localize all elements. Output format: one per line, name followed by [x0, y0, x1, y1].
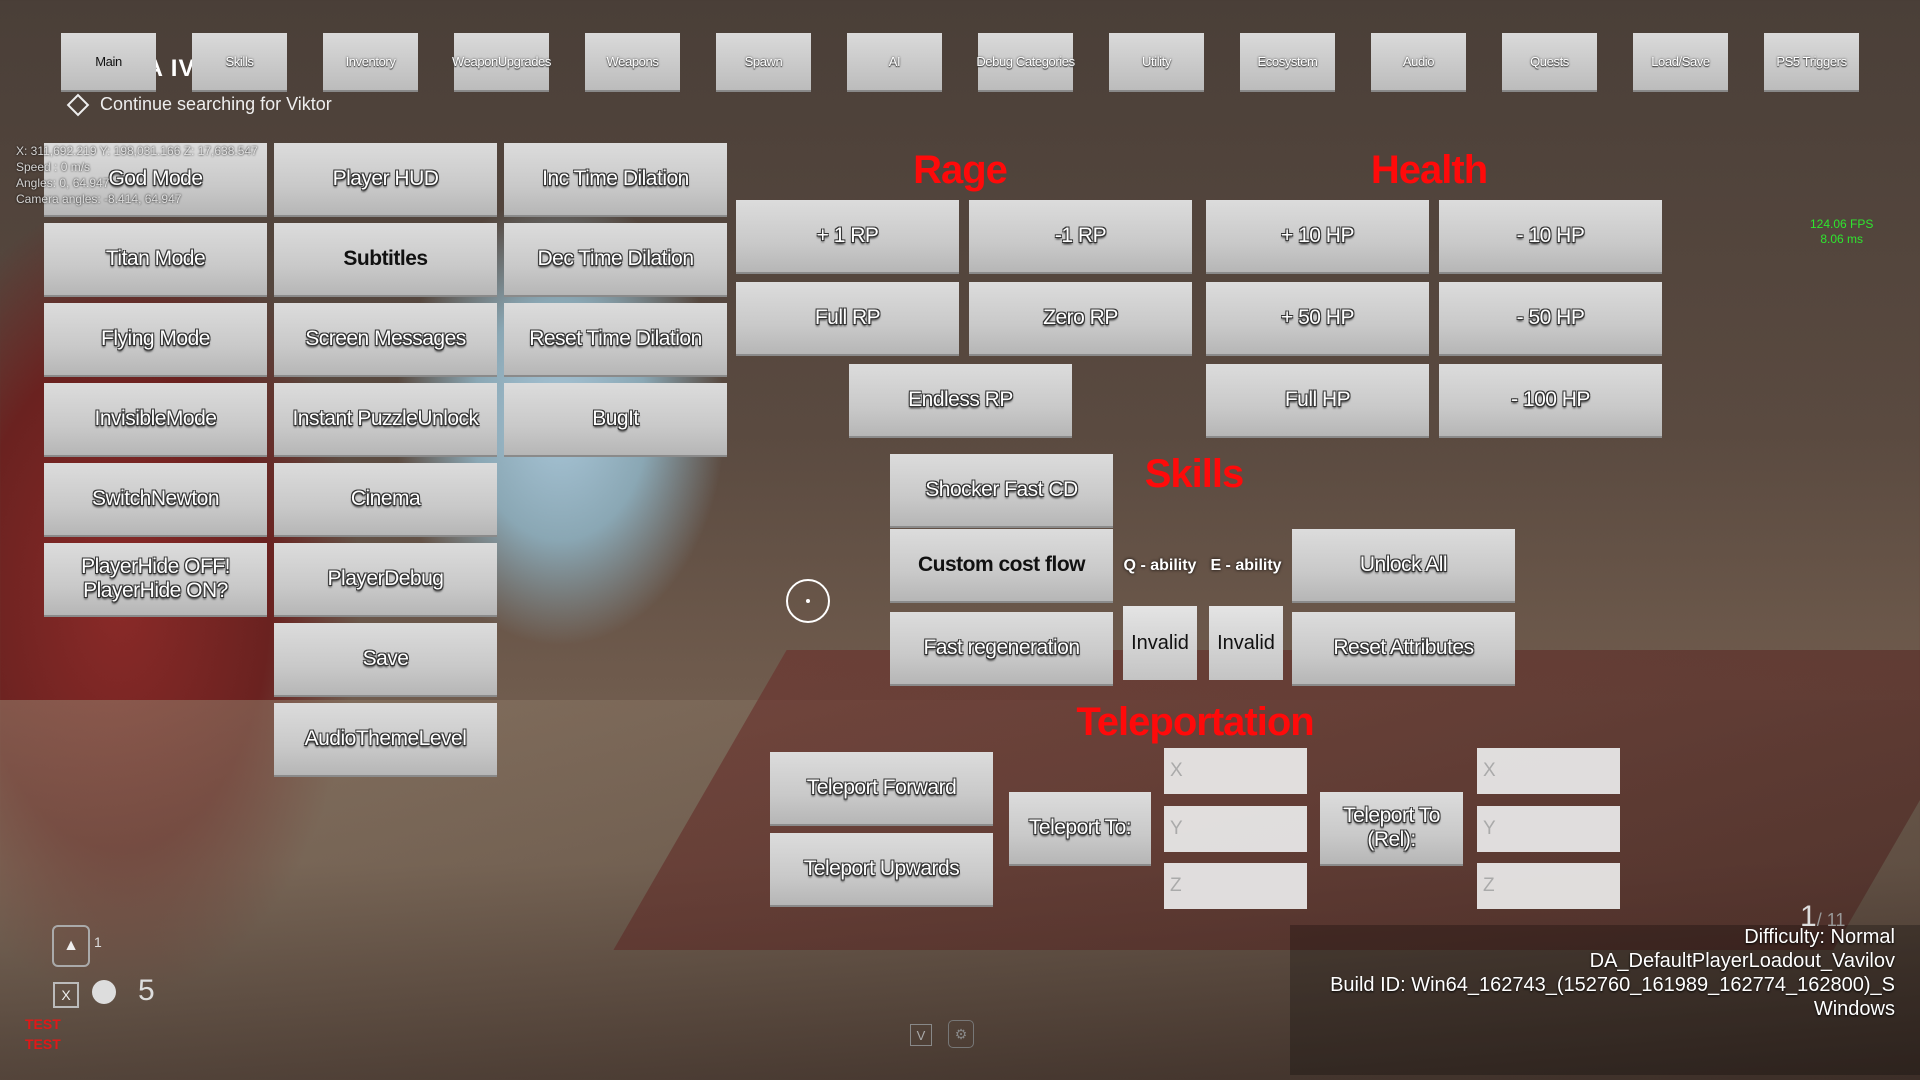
tab-debug-categories[interactable]: Debug Categories	[976, 33, 1075, 92]
fps-value: 124.06 FPS	[1810, 217, 1874, 231]
main-col3-button-0[interactable]: Inc Time Dilation	[504, 143, 727, 217]
main-col2-button-4[interactable]: Cinema	[274, 463, 497, 537]
test-label-1: TEST	[25, 1016, 61, 1032]
main-col1-button-1[interactable]: Titan Mode	[44, 223, 267, 297]
teleport-upwards-button[interactable]: Teleport Upwards	[770, 833, 993, 907]
e-ability-label: E - ability	[1210, 557, 1282, 574]
v-key-icon: V	[910, 1024, 932, 1046]
main-col2-button-0[interactable]: Player HUD	[274, 143, 497, 217]
fps-counter: 124.06 FPS 8.06 ms	[1810, 217, 1873, 247]
health-title: Health	[1370, 148, 1488, 192]
objective-diamond-icon	[66, 93, 90, 116]
tab-skills[interactable]: Skills	[192, 33, 287, 92]
main-col1-button-3[interactable]: InvisibleMode	[44, 383, 267, 457]
main-col3-button-1[interactable]: Dec Time Dilation	[504, 223, 727, 297]
item-key-icon: X	[53, 982, 79, 1008]
debug-angles: Angles: 0, 64.947	[16, 176, 110, 190]
objective: Continue searching for Viktor	[66, 93, 332, 116]
health-button-5[interactable]: - 100 HP	[1439, 364, 1662, 438]
teleport-z-input[interactable]	[1164, 863, 1307, 909]
teleport-rel-z-input[interactable]	[1477, 863, 1620, 909]
main-col1-button-5[interactable]: PlayerHide OFF! PlayerHide ON?	[44, 543, 267, 617]
tab-load-save[interactable]: Load/Save	[1633, 33, 1728, 92]
teleport-rel-y-input[interactable]	[1477, 806, 1620, 852]
main-col1-button-2[interactable]: Flying Mode	[44, 303, 267, 377]
custom-cost-flow-button[interactable]: Custom cost flow	[890, 529, 1113, 603]
item-count: 5	[138, 974, 155, 1007]
teleportation-title: Teleportation	[1076, 700, 1314, 744]
rage-title: Rage	[913, 148, 1008, 192]
health-button-0[interactable]: + 10 HP	[1206, 200, 1429, 274]
rage-button-0[interactable]: + 1 RP	[736, 200, 959, 274]
health-button-3[interactable]: - 50 HP	[1439, 282, 1662, 356]
main-col1-button-4[interactable]: SwitchNewton	[44, 463, 267, 537]
debug-position: X: 311,692.219 Y: 198,031.166 Z: 17,638.…	[16, 144, 258, 158]
tab-audio[interactable]: Audio	[1371, 33, 1466, 92]
rage-button-1[interactable]: -1 RP	[969, 200, 1192, 274]
debug-info: X: 311,692.219 Y: 198,031.166 Z: 17,638.…	[16, 143, 258, 207]
main-col3-button-2[interactable]: Reset Time Dilation	[504, 303, 727, 377]
main-col2-button-3[interactable]: Instant PuzzleUnlock	[274, 383, 497, 457]
q-ability-label: Q - ability	[1123, 557, 1197, 574]
tab-quests[interactable]: Quests	[1502, 33, 1597, 92]
unlock-all-button[interactable]: Unlock All	[1292, 529, 1515, 603]
tab-weaponupgrades[interactable]: WeaponUpgrades	[452, 33, 551, 92]
build-id: Build ID: Win64_162743_(152760_161989_16…	[1330, 974, 1895, 996]
gear-hex-icon: ⚙	[948, 1020, 974, 1048]
objective-text: Continue searching for Viktor	[100, 94, 332, 114]
health-button-1[interactable]: - 10 HP	[1439, 200, 1662, 274]
frame-time: 8.06 ms	[1820, 232, 1864, 246]
shocker-fast-cd-button[interactable]: Shocker Fast CD	[890, 454, 1113, 528]
debug-camera-angles: Camera angles: -8.414, 64.947	[16, 192, 182, 206]
main-col2-button-2[interactable]: Screen Messages	[274, 303, 497, 377]
crosshair-icon	[786, 579, 830, 623]
loadout: DA_DefaultPlayerLoadout_Vavilov	[1589, 950, 1895, 972]
main-col2-button-1[interactable]: Subtitles	[274, 223, 497, 297]
tab-main[interactable]: Main	[61, 33, 156, 92]
tab-ps5-triggers[interactable]: PS5 Triggers	[1764, 33, 1859, 92]
rage-button-4[interactable]: Endless RP	[849, 364, 1072, 438]
main-col2-button-6[interactable]: Save	[274, 623, 497, 697]
platform: Windows	[1813, 998, 1895, 1020]
teleport-rel-x-input[interactable]	[1477, 748, 1620, 794]
skills-title: Skills	[1144, 452, 1245, 496]
q-ability-select[interactable]: Invalid	[1123, 606, 1197, 680]
tab-utility[interactable]: Utility	[1109, 33, 1204, 92]
tab-ecosystem[interactable]: Ecosystem	[1240, 33, 1335, 92]
difficulty: Difficulty: Normal	[1744, 926, 1895, 948]
teleport-x-input[interactable]	[1164, 748, 1307, 794]
grenade-icon	[92, 980, 116, 1004]
teleport-to-rel-button[interactable]: Teleport To (Rel):	[1320, 792, 1463, 866]
health-button-2[interactable]: + 50 HP	[1206, 282, 1429, 356]
ability-hex-icon: ▲	[52, 925, 90, 967]
e-ability-select[interactable]: Invalid	[1209, 606, 1283, 680]
fast-regeneration-button[interactable]: Fast regeneration	[890, 612, 1113, 686]
reset-attributes-button[interactable]: Reset Attributes	[1292, 612, 1515, 686]
tab-weapons[interactable]: Weapons	[585, 33, 680, 92]
tab-spawn[interactable]: Spawn	[716, 33, 811, 92]
main-col2-button-7[interactable]: AudioThemeLevel	[274, 703, 497, 777]
tab-ai[interactable]: AI	[847, 33, 942, 92]
teleport-forward-button[interactable]: Teleport Forward	[770, 752, 993, 826]
rage-button-3[interactable]: Zero RP	[969, 282, 1192, 356]
tab-inventory[interactable]: Inventory	[323, 33, 418, 92]
build-info: Difficulty: Normal DA_DefaultPlayerLoado…	[1330, 925, 1895, 1021]
ability-count: 1	[94, 934, 102, 950]
test-label-2: TEST	[25, 1036, 61, 1052]
main-col3-button-3[interactable]: BugIt	[504, 383, 727, 457]
main-col2-button-5[interactable]: PlayerDebug	[274, 543, 497, 617]
debug-speed: Speed : 0 m/s	[16, 160, 91, 174]
health-button-4[interactable]: Full HP	[1206, 364, 1429, 438]
teleport-y-input[interactable]	[1164, 806, 1307, 852]
teleport-to-button[interactable]: Teleport To:	[1009, 792, 1151, 866]
rage-button-2[interactable]: Full RP	[736, 282, 959, 356]
